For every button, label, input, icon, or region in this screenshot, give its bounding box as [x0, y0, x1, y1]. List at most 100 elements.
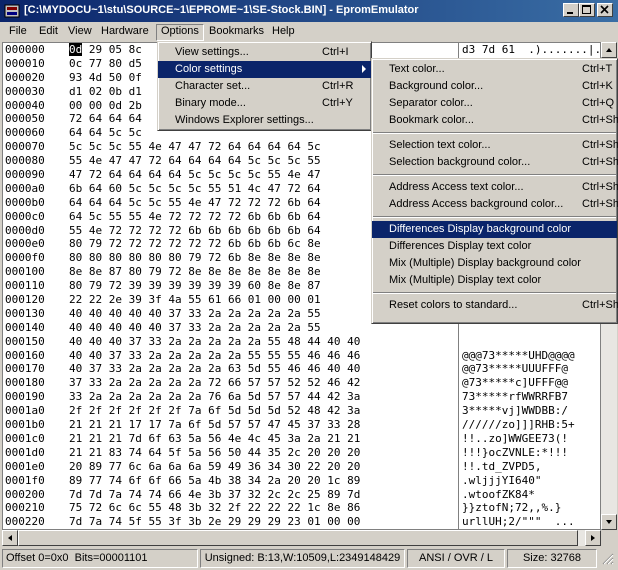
- color-menu-item[interactable]: Differences Display background color: [372, 221, 617, 238]
- hex-row[interactable]: 7d 7a 74 5f 55 3f 3b 2e 29 29 29 23 01 0…: [69, 515, 360, 529]
- hex-row[interactable]: 20 89 77 6c 6a 6a 6a 59 49 36 34 30 22 2…: [69, 460, 360, 474]
- close-button[interactable]: [597, 3, 613, 17]
- menu-item-shortcut: Ctrl+Sh: [582, 156, 618, 168]
- hex-row[interactable]: 64 64 64 5c 5c 55 4e 47 72 72 72 6b 64: [69, 196, 360, 210]
- ascii-row[interactable]: }}ztofN;72,,%.}: [462, 501, 600, 515]
- ascii-row[interactable]: @@73*****UUUFFF@: [462, 362, 600, 376]
- address-column: 000000 000010 000020 000030 000040 000050 0000…: [5, 43, 65, 529]
- address-cell: 000010: [5, 56, 45, 70]
- menu-options[interactable]: Options: [156, 24, 204, 41]
- hex-row[interactable]: 7d 7d 7a 74 74 66 4e 3b 37 32 2c 2c 25 8…: [69, 488, 360, 502]
- color-menu-item[interactable]: Mix (Multiple) Display text color: [372, 272, 617, 289]
- hex-row[interactable]: 37 33 2a 2a 2a 2a 2a 72 66 57 57 52 52 4…: [69, 376, 360, 390]
- options-menu-item[interactable]: Color settings: [158, 61, 371, 78]
- hex-row[interactable]: 80 79 72 72 72 72 72 72 6b 6b 6b 6c 8e: [69, 237, 360, 251]
- color-menu-item[interactable]: Text color... Ctrl+T: [372, 61, 617, 78]
- menu-item-label: Background color...: [389, 80, 484, 92]
- hex-row[interactable]: 33 2a 2a 2a 2a 2a 2a 76 6a 5d 57 57 44 4…: [69, 390, 360, 404]
- color-menu-item[interactable]: Address Access background color... Ctrl+S…: [372, 196, 618, 213]
- menu-bookmarks[interactable]: Bookmarks: [204, 24, 269, 41]
- menu-edit[interactable]: Edit: [34, 24, 63, 41]
- ascii-row[interactable]: urllUH;2/""" ...: [462, 515, 600, 529]
- hex-row[interactable]: 22 22 2e 39 3f 4a 55 61 66 01 00 00 01: [69, 293, 360, 307]
- resize-grip-icon[interactable]: [602, 553, 614, 568]
- menu-item-label: View settings...: [175, 46, 249, 58]
- color-menu-item[interactable]: Background color... Ctrl+K: [372, 78, 617, 95]
- hex-row[interactable]: 21 21 21 17 17 7a 6f 5d 57 57 47 45 37 3…: [69, 418, 360, 432]
- options-menu-item[interactable]: View settings... Ctrl+I: [158, 44, 371, 61]
- menu-file[interactable]: File: [4, 24, 32, 41]
- hex-row[interactable]: 21 21 21 7d 6f 63 5a 56 4e 4c 45 3a 2a 2…: [69, 432, 360, 446]
- hex-row[interactable]: 6b 64 60 5c 5c 5c 5c 55 51 4c 47 72 64: [69, 182, 360, 196]
- hex-row[interactable]: 47 72 64 64 64 64 5c 5c 5c 5c 55 4e 47: [69, 168, 360, 182]
- hex-row[interactable]: 21 21 83 74 64 5f 5a 56 50 44 35 2c 20 2…: [69, 446, 360, 460]
- options-menu-item[interactable]: Character set... Ctrl+R: [158, 78, 371, 95]
- address-cell: 000000: [5, 43, 45, 56]
- hex-row[interactable]: 5c 5c 5c 55 4e 47 47 72 64 64 64 64 5c: [69, 140, 360, 154]
- ascii-row[interactable]: !!..zo]WWGEE73(!: [462, 432, 600, 446]
- address-cell: 0001d0: [5, 445, 45, 459]
- hex-row[interactable]: 40 40 40 40 40 37 33 2a 2a 2a 2a 2a 55: [69, 307, 360, 321]
- ascii-row[interactable]: .wtoofZK84*: [462, 488, 600, 502]
- horizontal-scrollbar[interactable]: [2, 530, 601, 546]
- ascii-row[interactable]: @73*****c]UFFF@@: [462, 376, 600, 390]
- hex-row[interactable]: 55 4e 47 47 72 64 64 64 64 5c 5c 5c 55: [69, 154, 360, 168]
- menu-item-label: Selection background color...: [389, 156, 531, 168]
- color-menu-item[interactable]: Reset colors to standard... Ctrl+Sh: [372, 297, 618, 314]
- hex-row[interactable]: 80 80 80 80 80 80 79 72 6b 8e 8e 8e 8e: [69, 251, 360, 265]
- ascii-row[interactable]: .wljjjYI640": [462, 474, 600, 488]
- menu-item-shortcut: Ctrl+Q: [582, 97, 615, 109]
- hex-row[interactable]: 40 40 40 37 33 2a 2a 2a 2a 2a 55 48 44 4…: [69, 335, 360, 349]
- menu-item-label: Address Access text color...: [389, 181, 524, 193]
- hex-row[interactable]: 80 79 72 39 39 39 39 39 39 60 8e 8e 87: [69, 279, 360, 293]
- menu-item-shortcut: Ctrl+Sh: [582, 299, 618, 311]
- scroll-down-button[interactable]: [601, 514, 617, 530]
- horizontal-scroll-thumb[interactable]: [18, 530, 578, 546]
- address-cell: 0001a0: [5, 404, 45, 418]
- menu-item-label: Color settings: [175, 63, 243, 75]
- ascii-row[interactable]: @@@73*****UHD@@@@: [462, 349, 600, 363]
- scroll-left-button[interactable]: [2, 530, 18, 546]
- scroll-up-button[interactable]: [601, 42, 617, 58]
- maximize-button[interactable]: [579, 3, 595, 17]
- ascii-row[interactable]: d3 7d 61 .).......|.It.O.uO}a: [462, 43, 600, 57]
- ascii-row[interactable]: 73*****rfWWRRFB7: [462, 390, 600, 404]
- cursor-byte[interactable]: 0d: [69, 43, 83, 56]
- ascii-row[interactable]: //////zo]]]RHB:5+: [462, 418, 600, 432]
- menu-help[interactable]: Help: [267, 24, 300, 41]
- hex-row[interactable]: 40 40 40 40 40 37 33 2a 2a 2a 2a 2a 55: [69, 321, 360, 335]
- ascii-row[interactable]: [462, 335, 600, 349]
- ascii-row[interactable]: !!!}ocZVNLE:*!!!: [462, 446, 600, 460]
- address-cell: 000130: [5, 306, 45, 320]
- title-bar[interactable]: [C:\MYDOCU~1\stu\SOURCE~1\EPROME~1\SE-St…: [0, 0, 618, 22]
- hex-row[interactable]: 8e 8e 87 80 79 72 8e 8e 8e 8e 8e 8e 8e: [69, 265, 360, 279]
- color-menu-item[interactable]: Selection background color... Ctrl+Sh: [372, 154, 618, 171]
- minimize-button[interactable]: [563, 3, 579, 17]
- color-menu-item[interactable]: Bookmark color... Ctrl+Sh: [372, 112, 618, 129]
- color-menu-item[interactable]: Address Access text color... Ctrl+Sh: [372, 179, 618, 196]
- address-cell: 000070: [5, 140, 45, 154]
- address-cell: 0000c0: [5, 209, 45, 223]
- address-cell: 000020: [5, 70, 45, 84]
- color-menu-item[interactable]: Differences Display text color: [372, 238, 617, 255]
- options-menu-item[interactable]: Windows Explorer settings...: [158, 112, 371, 129]
- menu-hardware[interactable]: Hardware: [96, 24, 154, 41]
- hex-row[interactable]: 75 72 6c 6c 55 48 3b 32 2f 22 22 22 1c 8…: [69, 501, 360, 515]
- hex-row[interactable]: 55 4e 72 72 72 72 6b 6b 6b 6b 6b 6b 64: [69, 224, 360, 238]
- color-menu-item[interactable]: Mix (Multiple) Display background color: [372, 255, 617, 272]
- color-menu-item[interactable]: Selection text color... Ctrl+Sh: [372, 137, 618, 154]
- ascii-row[interactable]: !!.td_ZVPD5,: [462, 460, 600, 474]
- menu-view[interactable]: View: [63, 24, 97, 41]
- hex-row[interactable]: 2f 2f 2f 2f 2f 2f 7a 6f 5d 5d 5d 52 48 4…: [69, 404, 360, 418]
- hex-row[interactable]: 64 5c 55 55 4e 72 72 72 72 6b 6b 6b 64: [69, 210, 360, 224]
- ascii-row[interactable]: 3*****vj]WWDBB:/: [462, 404, 600, 418]
- options-menu-item[interactable]: Binary mode... Ctrl+Y: [158, 95, 371, 112]
- hex-row[interactable]: 40 37 33 2a 2a 2a 2a 2a 63 5d 55 46 46 4…: [69, 362, 360, 376]
- color-menu-item[interactable]: Separator color... Ctrl+Q: [372, 95, 617, 112]
- scroll-right-button[interactable]: [585, 530, 601, 546]
- menu-separator: [372, 129, 617, 137]
- hex-row[interactable]: 40 40 37 33 2a 2a 2a 2a 2a 55 55 55 46 4…: [69, 349, 360, 363]
- menu-item-label: Windows Explorer settings...: [175, 114, 314, 126]
- hex-row[interactable]: 89 77 74 6f 6f 66 5a 4b 38 34 2a 20 20 1…: [69, 474, 360, 488]
- address-cell: 000030: [5, 84, 45, 98]
